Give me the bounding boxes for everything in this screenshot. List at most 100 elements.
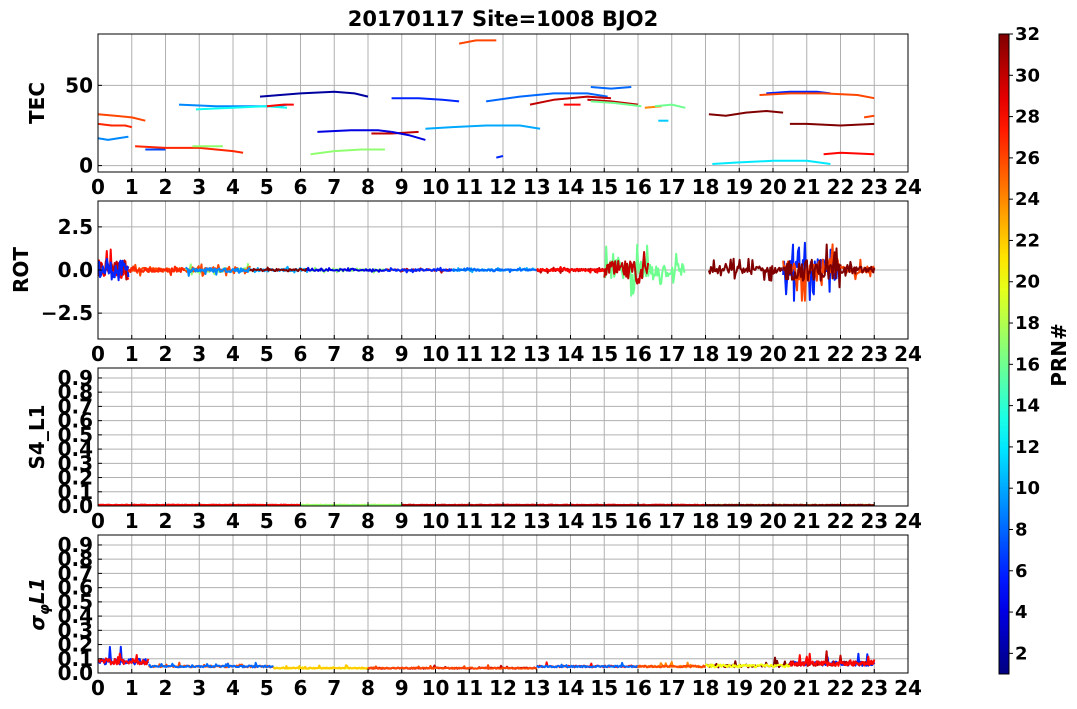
x-tick-label: 11	[455, 509, 483, 533]
x-tick-label: 6	[294, 676, 308, 700]
x-tick-label: 2	[159, 676, 173, 700]
x-tick-label: 20	[759, 175, 787, 199]
series-line-prn-32	[707, 257, 784, 282]
y-axis-label: S4_L1	[25, 405, 49, 470]
y-tick-label: 0	[79, 154, 93, 178]
colorbar-label: PRN#	[1047, 323, 1071, 387]
series-line-prn-16	[647, 252, 686, 286]
grid	[97, 34, 909, 172]
x-tick-label: 17	[658, 509, 686, 533]
x-tick-label: 18	[692, 676, 720, 700]
x-tick-label: 13	[523, 342, 551, 366]
grid	[97, 368, 909, 507]
x-tick-label: 7	[327, 509, 341, 533]
x-tick-label: 18	[692, 509, 720, 533]
y-axis-label: TEC	[25, 82, 49, 124]
series-line-prn-6	[496, 155, 504, 159]
x-tick-label: 11	[455, 676, 483, 700]
x-tick-label: 9	[395, 342, 409, 366]
x-tick-label: 4	[226, 509, 240, 533]
x-tick-label: 9	[395, 676, 409, 700]
x-tick-label: 12	[489, 509, 517, 533]
x-tick-label: 17	[658, 342, 686, 366]
x-tick-label: 24	[894, 342, 922, 366]
x-tick-label: 24	[894, 175, 922, 199]
x-tick-label: 1	[125, 175, 139, 199]
x-tick-label: 21	[793, 509, 821, 533]
x-tick-label: 14	[557, 342, 585, 366]
series-line-prn-8	[590, 86, 632, 90]
x-tick-label: 7	[327, 342, 341, 366]
x-tick-label: 8	[361, 509, 375, 533]
x-tick-label: 2	[159, 509, 173, 533]
x-tick-label: 5	[260, 175, 274, 199]
x-tick-label: 22	[827, 676, 855, 700]
colorbar-tick-label: 32	[1015, 24, 1040, 45]
series-line-prn-32	[708, 110, 784, 117]
y-axis-label: σφL1	[25, 577, 53, 630]
x-tick-label: 1	[125, 342, 139, 366]
x-tick-label: 17	[658, 175, 686, 199]
x-tick-label: 23	[860, 175, 888, 199]
x-tick-label: 16	[624, 509, 652, 533]
figure: 20170117 Site=1008 BJO2 0 1 2 3 4 5 6 7 8 9 10 11 12…	[9, 7, 1071, 700]
x-tick-label: 12	[489, 342, 517, 366]
series-line-prn-26	[863, 114, 875, 119]
series-line-prn-8	[536, 661, 639, 669]
x-tick-label: 1	[125, 676, 139, 700]
x-tick-label: 23	[860, 676, 888, 700]
colorbar-tick-label: 18	[1015, 313, 1040, 334]
colorbar-tick-label: 4	[1015, 602, 1028, 623]
x-tick-label: 24	[894, 509, 922, 533]
series-line-prn-26	[458, 39, 497, 45]
x-tick-label: 10	[422, 676, 450, 700]
x-tick-label: 9	[395, 175, 409, 199]
x-tick-label: 19	[725, 342, 753, 366]
x-tick-label: 8	[361, 676, 375, 700]
x-tick-label: 9	[395, 509, 409, 533]
series-line-prn-12	[712, 159, 831, 165]
y-tick-label: −2.5	[41, 301, 93, 325]
x-tick-label: 8	[361, 342, 375, 366]
x-tick-label: 3	[192, 509, 206, 533]
colorbar-tick-label: 24	[1015, 189, 1040, 210]
series-line-prn-32	[705, 503, 875, 506]
series-line-prn-30	[401, 503, 706, 506]
x-tick-label: 13	[523, 676, 551, 700]
x-tick-label: 0	[91, 509, 105, 533]
subplot-3: 0 1 2 3 4 5 6 7 8 9 10 11 12 13 14 15 16 17 18 19 20 21 22 23 24…	[25, 366, 922, 533]
subplot-4: 0 1 2 3 4 5 6 7 8 9 10 11 12 13 14 15 16 17 18 19 20 21 22 23 24…	[25, 533, 922, 700]
y-tick-label: 0.9	[58, 366, 93, 390]
x-tick-label: 21	[793, 342, 821, 366]
x-tick-label: 3	[192, 342, 206, 366]
colorbar-tick-label: 22	[1015, 230, 1040, 251]
colorbar-tick-label: 6	[1015, 561, 1028, 582]
x-tick-label: 11	[455, 342, 483, 366]
x-tick-label: 5	[260, 509, 274, 533]
x-tick-label: 19	[725, 676, 753, 700]
x-tick-label: 16	[624, 342, 652, 366]
series-line-prn-9	[98, 135, 129, 141]
colorbar-tick-label: 10	[1015, 478, 1040, 499]
colorbar: 2468101214161820222426283032	[998, 24, 1040, 675]
y-tick-label: 2.5	[58, 215, 93, 239]
x-tick-label: 10	[422, 175, 450, 199]
x-tick-label: 8	[361, 175, 375, 199]
x-tick-label: 16	[624, 175, 652, 199]
x-tick-label: 15	[590, 342, 618, 366]
colorbar-gradient	[998, 33, 1010, 675]
x-tick-label: 13	[523, 509, 551, 533]
chart-title: 20170117 Site=1008 BJO2	[348, 7, 658, 31]
colorbar-tick-label: 12	[1015, 437, 1040, 458]
x-tick-label: 10	[422, 342, 450, 366]
x-tick-label: 5	[260, 676, 274, 700]
x-tick-label: 4	[226, 175, 240, 199]
colorbar-tick-label: 2	[1015, 643, 1028, 664]
series-line-prn-10	[425, 124, 541, 130]
y-tick-label: 0.9	[58, 533, 93, 557]
x-tick-label: 1	[125, 509, 139, 533]
series-line-prn-4	[306, 266, 386, 273]
colorbar-tick-label: 30	[1015, 65, 1040, 86]
series-line-prn-17	[300, 503, 402, 506]
x-tick-label: 17	[658, 676, 686, 700]
